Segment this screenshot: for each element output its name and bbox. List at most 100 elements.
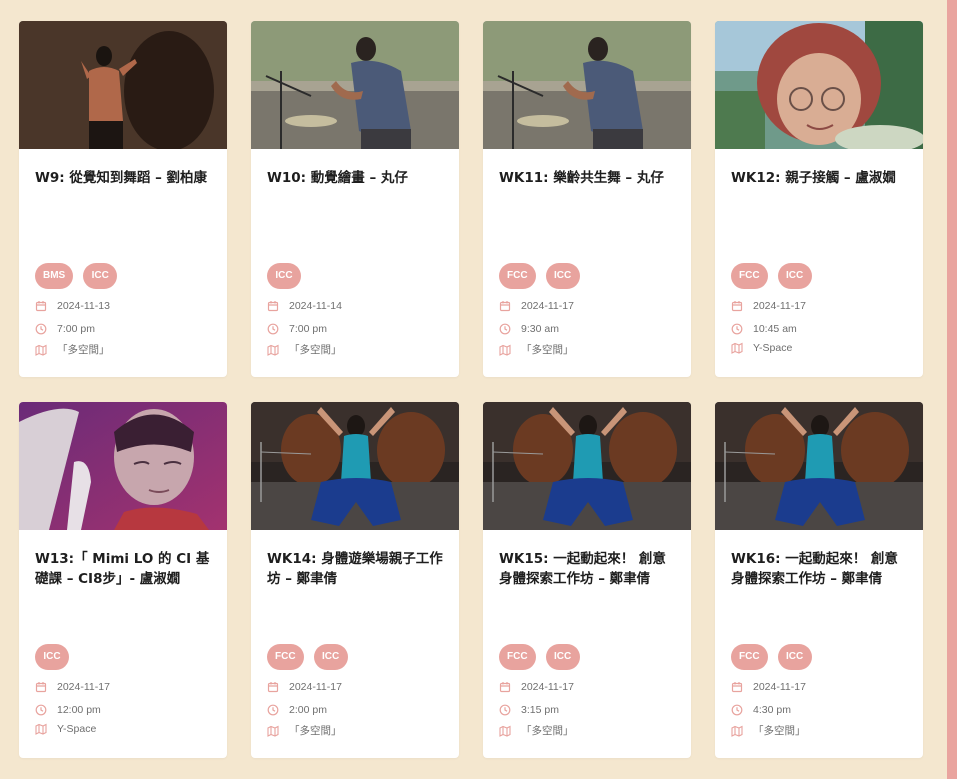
calendar-icon <box>731 300 743 312</box>
event-card[interactable]: W10: 動覺繪畫 – 丸仔 ICC 2024-11-14 7:00 pm 「多… <box>251 21 459 377</box>
event-title[interactable]: W10: 動覺繪畫 – 丸仔 <box>267 168 447 188</box>
event-title[interactable]: WK15: 一起動起來！ 創意身體探索工作坊 – 鄭聿倩 <box>499 549 679 589</box>
tag-badge[interactable]: ICC <box>777 263 812 289</box>
date-text: 2024-11-17 <box>57 681 110 693</box>
event-card[interactable]: WK15: 一起動起來！ 創意身體探索工作坊 – 鄭聿倩 FCC ICC 202… <box>483 402 691 758</box>
venue-text: Y-Space <box>57 723 97 735</box>
event-venue: 「多空間」 <box>499 723 681 738</box>
tag-badge[interactable]: BMS <box>35 263 74 289</box>
clock-icon <box>499 704 511 716</box>
venue-text: 「多空間」 <box>57 344 110 356</box>
event-card[interactable]: WK16: 一起動起來！ 創意身體探索工作坊 – 鄭聿倩 FCC ICC 202… <box>715 402 923 758</box>
event-date: 2024-11-17 <box>499 681 681 693</box>
tag-list: FCC ICC <box>731 263 812 289</box>
event-venue: 「多空間」 <box>731 723 913 738</box>
date-text: 2024-11-17 <box>521 681 574 693</box>
event-photo[interactable] <box>251 21 459 149</box>
tag-badge[interactable]: ICC <box>545 644 580 670</box>
venue-text: 「多空間」 <box>521 725 574 737</box>
event-time: 2:00 pm <box>267 704 449 716</box>
date-text: 2024-11-17 <box>289 681 342 693</box>
date-text: 2024-11-14 <box>289 300 342 312</box>
map-icon <box>499 725 511 737</box>
event-time: 7:00 pm <box>35 323 217 335</box>
calendar-icon <box>267 681 279 693</box>
tag-badge[interactable]: ICC <box>777 644 812 670</box>
time-text: 12:00 pm <box>57 704 101 716</box>
map-icon <box>35 723 47 735</box>
event-time: 3:15 pm <box>499 704 681 716</box>
tag-badge[interactable]: FCC <box>499 644 536 670</box>
tag-list: FCC ICC <box>731 644 812 670</box>
event-title[interactable]: W13:「 Mimi LO 的 CI 基礎課 – CI8步」- 盧淑嫺 <box>35 549 215 589</box>
event-card[interactable]: WK11: 樂齡共生舞 – 丸仔 FCC ICC 2024-11-17 9:30… <box>483 21 691 377</box>
event-time: 10:45 am <box>731 323 913 335</box>
event-card[interactable]: W9: 從覺知到舞蹈 – 劉柏康 BMS ICC 2024-11-13 7:00… <box>19 21 227 377</box>
event-date: 2024-11-17 <box>731 300 913 312</box>
time-text: 7:00 pm <box>57 323 95 335</box>
event-venue: Y-Space <box>731 342 913 354</box>
event-venue: 「多空間」 <box>499 342 681 357</box>
clock-icon <box>267 323 279 335</box>
date-text: 2024-11-17 <box>521 300 574 312</box>
clock-icon <box>267 704 279 716</box>
tag-badge[interactable]: FCC <box>499 263 536 289</box>
map-icon <box>267 344 279 356</box>
event-date: 2024-11-13 <box>35 300 217 312</box>
venue-text: 「多空間」 <box>289 344 342 356</box>
calendar-icon <box>499 300 511 312</box>
calendar-icon <box>267 300 279 312</box>
event-photo[interactable] <box>483 402 691 530</box>
clock-icon <box>731 323 743 335</box>
time-text: 4:30 pm <box>753 704 791 716</box>
calendar-icon <box>731 681 743 693</box>
tag-badge[interactable]: ICC <box>83 263 118 289</box>
tag-badge[interactable]: FCC <box>731 644 768 670</box>
event-date: 2024-11-14 <box>267 300 449 312</box>
tag-badge[interactable]: ICC <box>545 263 580 289</box>
tag-list: ICC <box>35 644 69 670</box>
tag-badge[interactable]: FCC <box>731 263 768 289</box>
event-title[interactable]: WK16: 一起動起來！ 創意身體探索工作坊 – 鄭聿倩 <box>731 549 911 589</box>
tag-badge[interactable]: ICC <box>267 263 301 289</box>
map-icon <box>731 725 743 737</box>
time-text: 2:00 pm <box>289 704 327 716</box>
event-card[interactable]: WK14: 身體遊樂場親子工作坊 – 鄭聿倩 FCC ICC 2024-11-1… <box>251 402 459 758</box>
tag-badge[interactable]: ICC <box>35 644 69 670</box>
map-icon <box>731 342 743 354</box>
clock-icon <box>35 323 47 335</box>
tag-badge[interactable]: FCC <box>267 644 304 670</box>
tag-badge[interactable]: ICC <box>313 644 348 670</box>
event-title[interactable]: W9: 從覺知到舞蹈 – 劉柏康 <box>35 168 215 188</box>
calendar-icon <box>35 300 47 312</box>
event-venue: 「多空間」 <box>35 342 217 357</box>
tag-list: ICC <box>267 263 301 289</box>
date-text: 2024-11-17 <box>753 681 806 693</box>
time-text: 10:45 am <box>753 323 797 335</box>
event-title[interactable]: WK14: 身體遊樂場親子工作坊 – 鄭聿倩 <box>267 549 447 589</box>
event-photo[interactable] <box>483 21 691 149</box>
clock-icon <box>731 704 743 716</box>
clock-icon <box>499 323 511 335</box>
event-card[interactable]: W13:「 Mimi LO 的 CI 基礎課 – CI8步」- 盧淑嫺 ICC … <box>19 402 227 758</box>
tag-list: FCC ICC <box>499 263 580 289</box>
event-title[interactable]: WK12: 親子接觸 – 盧淑嫺 <box>731 168 911 188</box>
event-photo[interactable] <box>251 402 459 530</box>
venue-text: Y-Space <box>753 342 793 354</box>
date-text: 2024-11-17 <box>753 300 806 312</box>
venue-text: 「多空間」 <box>289 725 342 737</box>
event-photo[interactable] <box>715 402 923 530</box>
event-card[interactable]: WK12: 親子接觸 – 盧淑嫺 FCC ICC 2024-11-17 10:4… <box>715 21 923 377</box>
calendar-icon <box>35 681 47 693</box>
map-icon <box>499 344 511 356</box>
event-grid: W9: 從覺知到舞蹈 – 劉柏康 BMS ICC 2024-11-13 7:00… <box>19 21 923 758</box>
event-time: 9:30 am <box>499 323 681 335</box>
event-title[interactable]: WK11: 樂齡共生舞 – 丸仔 <box>499 168 679 188</box>
tag-list: BMS ICC <box>35 263 118 289</box>
event-photo[interactable] <box>715 21 923 149</box>
event-date: 2024-11-17 <box>731 681 913 693</box>
event-date: 2024-11-17 <box>499 300 681 312</box>
event-photo[interactable] <box>19 402 227 530</box>
event-photo[interactable] <box>19 21 227 149</box>
side-accent-bar <box>947 0 957 779</box>
